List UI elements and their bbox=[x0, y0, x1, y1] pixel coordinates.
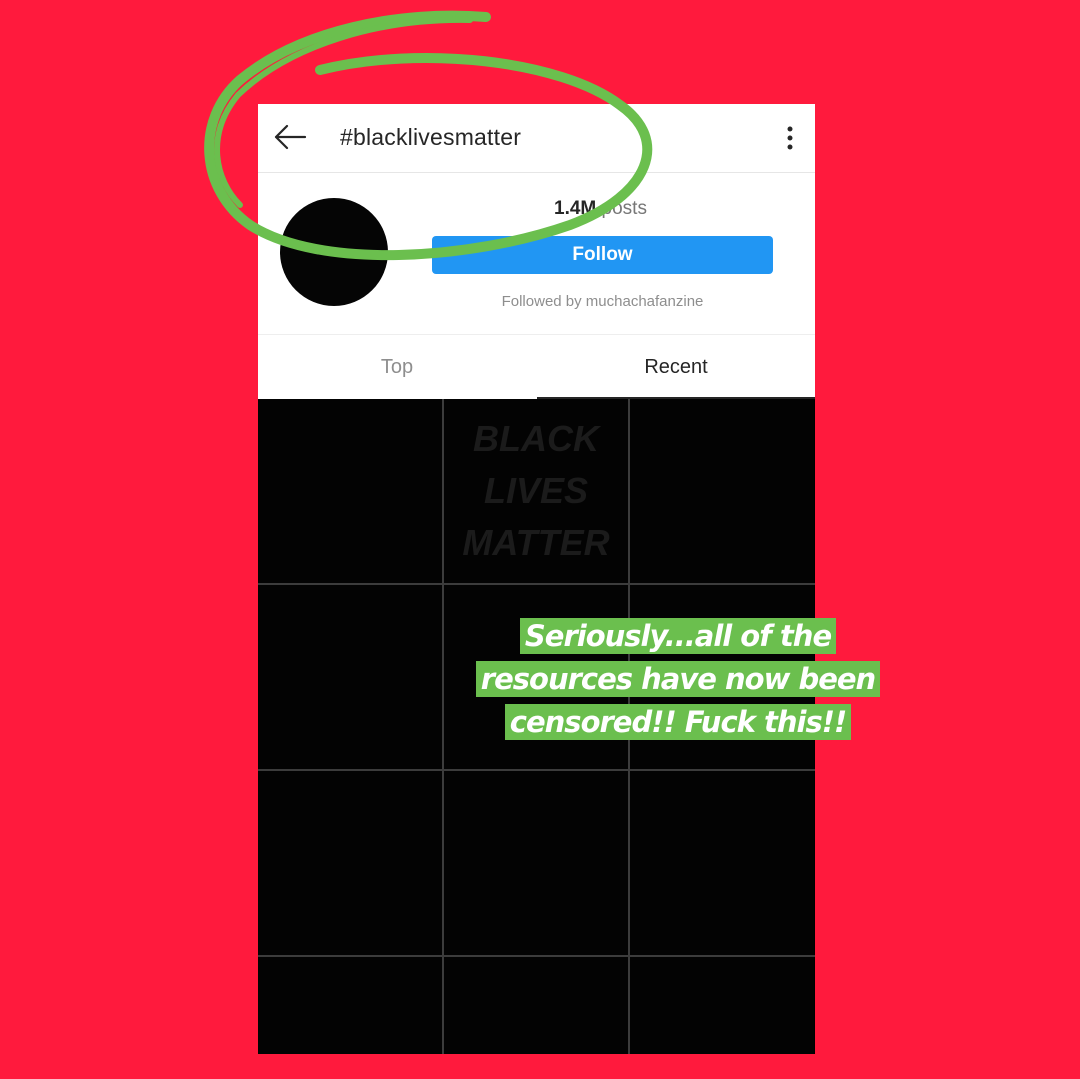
post-thumbnail[interactable] bbox=[258, 585, 442, 769]
post-count-number: 1.4M bbox=[554, 198, 597, 219]
feed-tabs: Top Recent bbox=[258, 334, 815, 399]
top-app-bar: #blacklivesmatter bbox=[258, 104, 815, 173]
thumbnail-line: MATTER bbox=[462, 522, 610, 563]
more-options-button[interactable] bbox=[783, 124, 797, 152]
story-caption: Seriously...all of the resources have no… bbox=[468, 615, 888, 744]
post-count: 1.4M posts bbox=[554, 198, 647, 220]
tab-top[interactable]: Top bbox=[258, 335, 536, 399]
vertical-ellipsis-icon bbox=[787, 126, 793, 150]
hashtag-header: 1.4M posts Follow Followed by muchachafa… bbox=[258, 173, 815, 336]
page-title: #blacklivesmatter bbox=[340, 124, 522, 150]
post-thumbnail[interactable] bbox=[630, 957, 814, 1054]
post-thumbnail[interactable] bbox=[630, 771, 814, 955]
grid-divider bbox=[258, 955, 815, 957]
post-thumbnail[interactable] bbox=[258, 399, 442, 583]
grid-divider bbox=[258, 769, 815, 771]
tab-recent[interactable]: Recent bbox=[537, 335, 815, 399]
thumbnail-line: LIVES bbox=[483, 470, 589, 511]
post-thumbnail[interactable]: BLACK LIVES MATTER bbox=[444, 399, 628, 583]
follow-button[interactable]: Follow bbox=[432, 236, 773, 274]
post-thumbnail[interactable] bbox=[258, 771, 442, 955]
post-thumbnail[interactable] bbox=[444, 771, 628, 955]
hashtag-avatar bbox=[280, 198, 388, 306]
post-thumbnail[interactable] bbox=[630, 399, 814, 583]
thumbnail-line: BLACK bbox=[473, 418, 599, 459]
arrow-left-icon bbox=[274, 124, 307, 150]
post-thumbnail-text: BLACK LIVES MATTER bbox=[444, 413, 628, 569]
instagram-screenshot: #blacklivesmatter 1.4M posts Follow Foll… bbox=[258, 104, 815, 1054]
post-thumbnail[interactable] bbox=[258, 957, 442, 1054]
caption-line: censored!! Fuck this!! bbox=[504, 704, 852, 740]
back-button[interactable] bbox=[272, 122, 308, 152]
post-thumbnail[interactable] bbox=[444, 957, 628, 1054]
post-count-label: posts bbox=[601, 198, 647, 219]
caption-line: Seriously...all of the bbox=[519, 618, 837, 654]
grid-divider bbox=[258, 583, 815, 585]
caption-line: resources have now been bbox=[475, 661, 881, 697]
followed-by-text: Followed by muchachafanzine bbox=[501, 293, 704, 310]
